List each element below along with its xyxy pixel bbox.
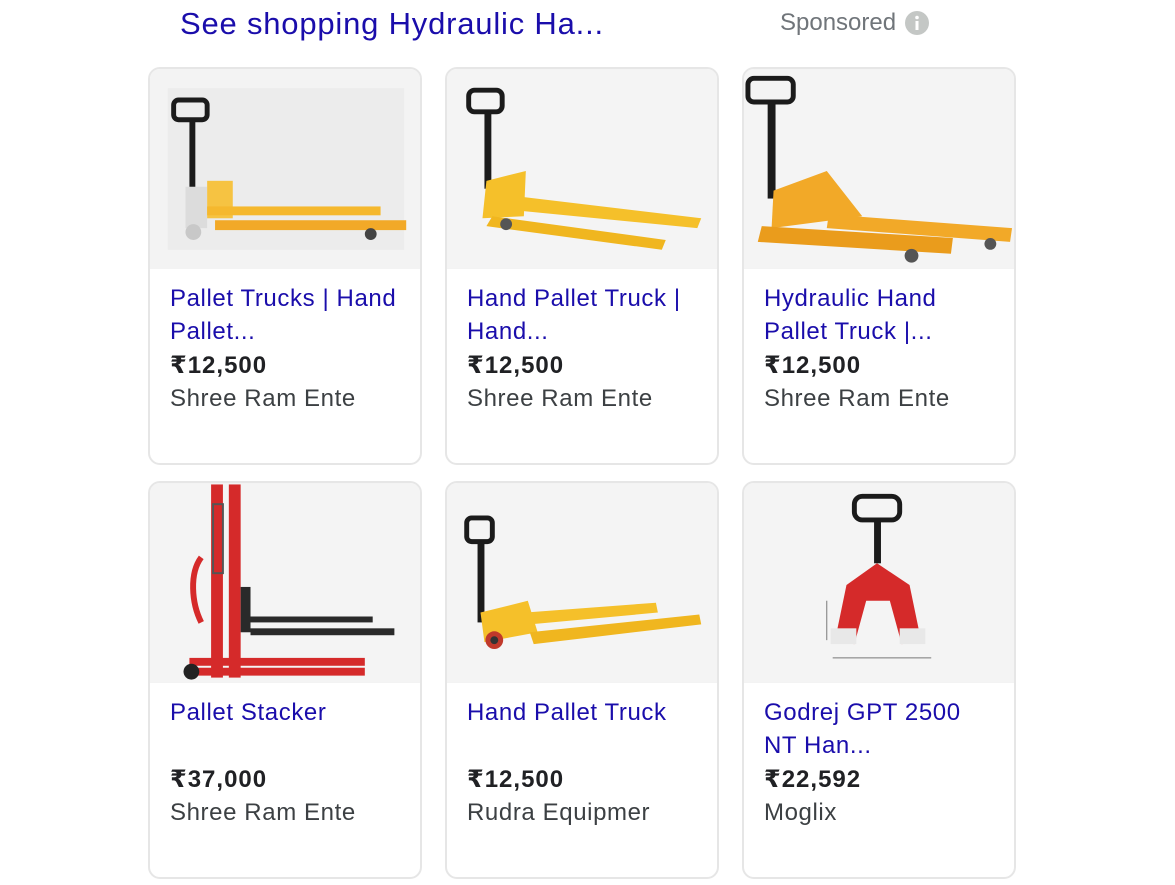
product-card[interactable]: Pallet Trucks | Hand Pallet... ₹12,500 S… — [148, 67, 422, 465]
shopping-header-title[interactable]: See shopping Hydraulic Ha... — [180, 4, 604, 44]
product-title[interactable]: Godrej GPT 2500 NT Han... — [764, 696, 998, 762]
product-price: ₹12,500 — [467, 766, 565, 793]
product-price: ₹12,500 — [170, 352, 268, 379]
product-title[interactable]: Pallet Trucks | Hand Pallet... — [170, 282, 404, 348]
product-price: ₹22,592 — [764, 766, 862, 793]
product-card[interactable]: Hydraulic Hand Pallet Truck |... ₹12,500… — [742, 67, 1016, 465]
orange-hand-pallet-truck-image[interactable] — [744, 69, 1014, 269]
product-price: ₹12,500 — [467, 352, 565, 379]
product-seller: Shree Ram Ente — [764, 385, 950, 412]
product-title[interactable]: Hand Pallet Truck | Hand... — [467, 282, 701, 348]
red-hand-pallet-truck-image[interactable] — [744, 483, 1014, 683]
product-seller: Shree Ram Ente — [467, 385, 653, 412]
product-title[interactable]: Hand Pallet Truck — [467, 696, 701, 729]
yellow-hand-pallet-truck-image[interactable] — [150, 69, 420, 269]
product-card[interactable]: Pallet Stacker ₹37,000 Shree Ram Ente — [148, 481, 422, 879]
sponsored-label: Sponsored — [780, 9, 897, 36]
product-seller: Shree Ram Ente — [170, 385, 356, 412]
product-price: ₹12,500 — [764, 352, 862, 379]
product-seller: Moglix — [764, 799, 837, 826]
shopping-header: See shopping Hydraulic Ha... Sponsored — [180, 4, 970, 46]
yellow-hand-pallet-truck-image[interactable] — [447, 483, 717, 683]
red-pallet-stacker-image[interactable] — [150, 483, 420, 683]
product-title[interactable]: Hydraulic Hand Pallet Truck |... — [764, 282, 998, 348]
product-price: ₹37,000 — [170, 766, 268, 793]
product-seller: Rudra Equipmer — [467, 799, 651, 826]
product-title[interactable]: Pallet Stacker — [170, 696, 404, 729]
product-card[interactable]: Hand Pallet Truck | Hand... ₹12,500 Shre… — [445, 67, 719, 465]
yellow-hand-pallet-truck-image[interactable] — [447, 69, 717, 269]
product-card[interactable]: Godrej GPT 2500 NT Han... ₹22,592 Moglix — [742, 481, 1016, 879]
info-icon[interactable] — [904, 10, 930, 36]
sponsored-label-group: Sponsored — [780, 9, 930, 37]
product-card[interactable]: Hand Pallet Truck ₹12,500 Rudra Equipmer — [445, 481, 719, 879]
product-seller: Shree Ram Ente — [170, 799, 356, 826]
